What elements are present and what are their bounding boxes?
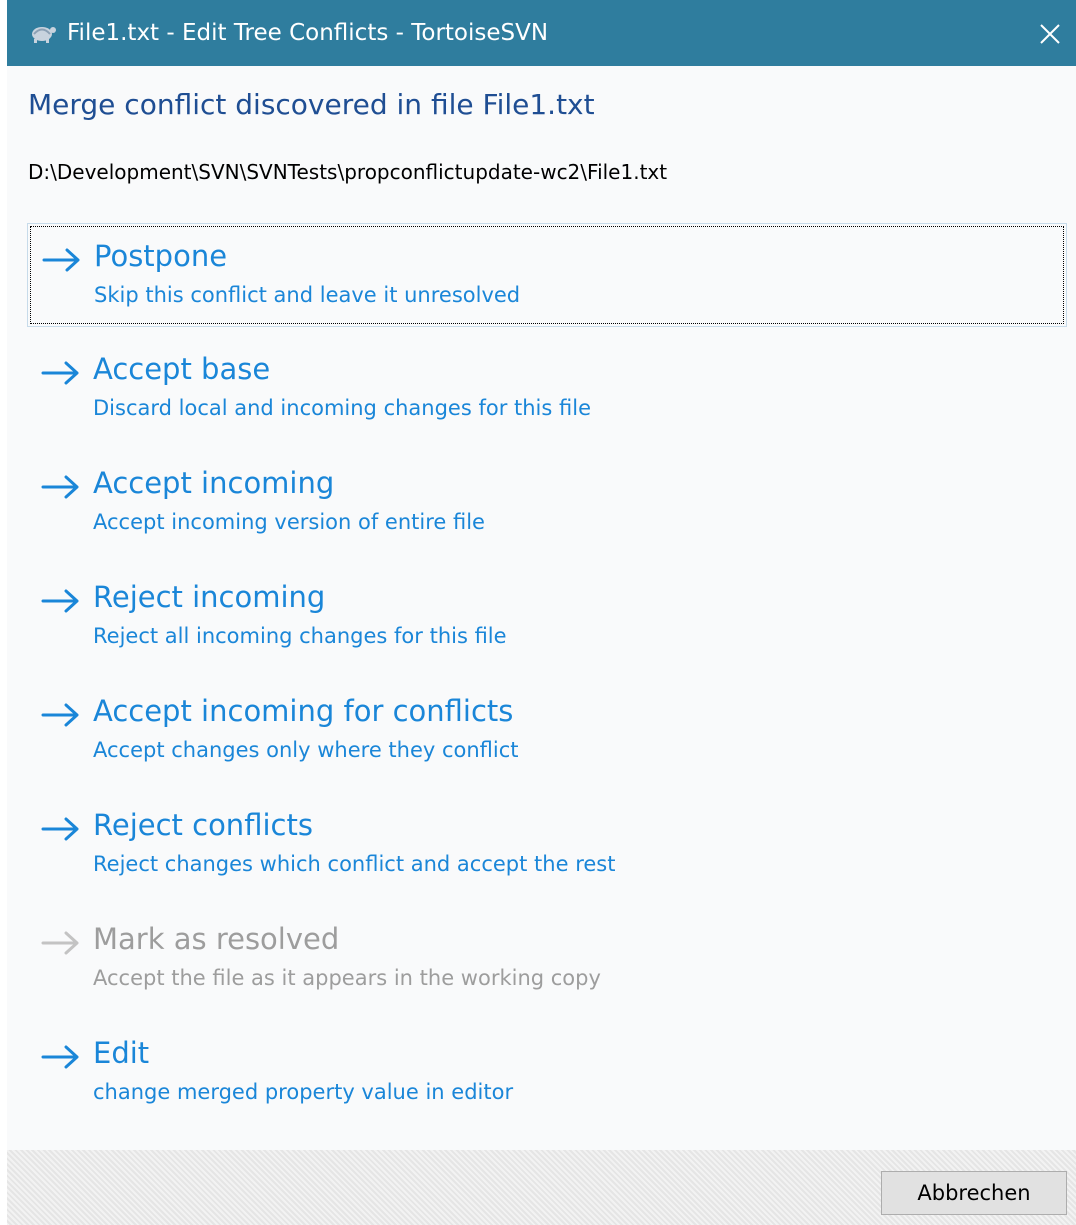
option-label: Postpone [94, 239, 228, 273]
file-path: D:\Development\SVN\SVNTests\propconflict… [28, 160, 668, 184]
title-bar[interactable]: File1.txt - Edit Tree Conflicts - Tortoi… [7, 0, 1076, 66]
option-accept-base[interactable]: Accept base Discard local and incoming ch… [27, 337, 1067, 441]
option-reject-conflicts[interactable]: Reject conflicts Reject changes which con… [27, 793, 1067, 897]
option-reject-incoming[interactable]: Reject incoming Reject all incoming chang… [27, 565, 1067, 669]
option-description: Discard local and incoming changes for t… [93, 396, 591, 420]
arrow-right-icon [41, 361, 79, 385]
option-label: Mark as resolved [93, 922, 340, 956]
option-description: change merged property value in editor [93, 1080, 514, 1104]
option-description: Skip this conflict and leave it unresolv… [94, 283, 521, 307]
option-postpone[interactable]: Postpone Skip this conflict and leave it … [27, 223, 1067, 327]
option-label: Edit [93, 1036, 150, 1070]
option-label: Accept incoming [93, 466, 335, 500]
arrow-right-icon [41, 817, 79, 841]
option-label: Reject conflicts [93, 808, 313, 842]
tortoise-icon [32, 27, 56, 43]
button-bar: Abbrechen [7, 1150, 1076, 1225]
option-label: Accept base [93, 352, 271, 386]
arrow-right-icon [41, 931, 79, 955]
arrow-right-icon [41, 1045, 79, 1069]
option-accept-incoming-for-conflicts[interactable]: Accept incoming for conflicts Accept chan… [27, 679, 1067, 783]
option-description: Accept the file as it appears in the wor… [93, 966, 601, 990]
arrow-right-icon [41, 703, 79, 727]
option-description: Accept changes only where they conflict [93, 738, 519, 762]
arrow-right-icon [42, 248, 80, 272]
window-title: File1.txt - Edit Tree Conflicts - Tortoi… [67, 20, 549, 46]
option-label: Accept incoming for conflicts [93, 694, 514, 728]
arrow-right-icon [41, 475, 79, 499]
option-description: Reject all incoming changes for this fil… [93, 624, 507, 648]
dialog-window: File1.txt - Edit Tree Conflicts - Tortoi… [7, 0, 1076, 1225]
close-button[interactable] [1032, 16, 1068, 52]
arrow-right-icon [41, 589, 79, 613]
option-mark-as-resolved: Mark as resolved Accept the file as it ap… [27, 907, 1067, 1011]
close-icon [1040, 24, 1060, 44]
option-label: Reject incoming [93, 580, 326, 614]
cancel-button[interactable]: Abbrechen [881, 1171, 1067, 1215]
conflict-heading: Merge conflict discovered in file File1.… [28, 88, 595, 121]
option-edit[interactable]: Edit change merged property value in edit… [27, 1021, 1067, 1125]
option-description: Reject changes which conflict and accept… [93, 852, 616, 876]
option-description: Accept incoming version of entire file [93, 510, 485, 534]
option-accept-incoming[interactable]: Accept incoming Accept incoming version o… [27, 451, 1067, 555]
